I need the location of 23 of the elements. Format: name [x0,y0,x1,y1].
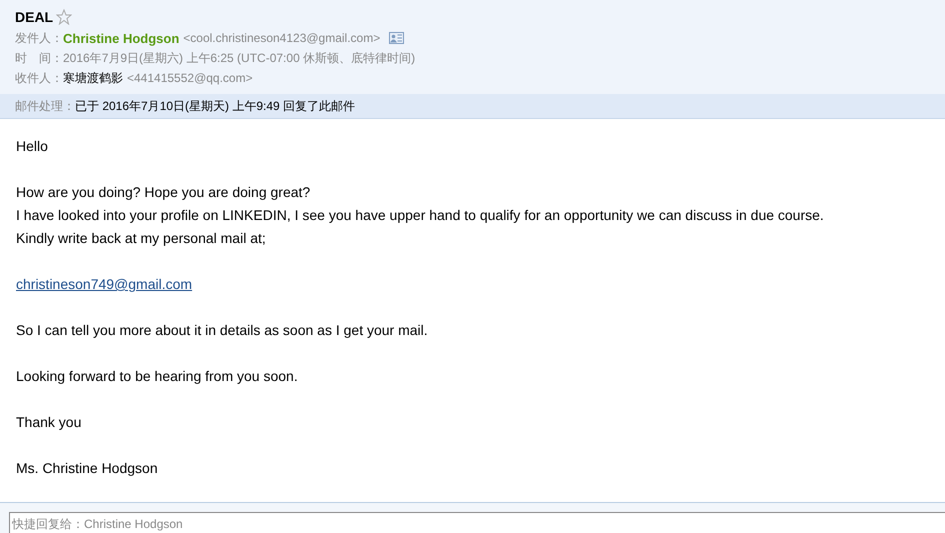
recipient-name: 寒塘渡鹤影 [63,70,123,86]
reply-status: 已于 2016年7月10日(星期天) 上午9:49 回复了此邮件 [75,98,356,114]
email-address: <cool.christineson4123@gmail.com> [183,31,380,45]
sent-time: 2016年7月9日(星期六) 上午6:25 (UTC-07:00 休斯顿、底特律时间) [63,50,416,66]
contact-card-icon[interactable] [389,32,404,44]
message-text: Thank you [16,413,82,432]
email-subject: DEAL [15,9,54,25]
quick-reply-field[interactable]: 快捷回复给：Christine Hodgson [9,512,945,533]
message-text: How are you doing? Hope you are doing great? [16,183,312,202]
sender-name: Christine Hodgson [63,30,180,46]
message-text: Hello [16,137,49,156]
email-link[interactable]: christineson749@gmail.com [16,273,192,296]
status-label: 邮件处理： [15,98,75,114]
message-text: Looking forward to be hearing from you soon. [16,367,299,386]
field-label: 发件人： [15,30,63,46]
star-icon[interactable] [56,9,72,25]
email-address: <441415552@qq.com> [127,71,253,85]
message-text: So I can tell you more about it in details as soon as I get your mail. [16,321,429,340]
message-text: I have looked into your profile on LINKEDIN, I see you have upper hand to qualify for an opportunity we can discuss in due course. [16,206,825,225]
message-text: Kindly write back at my personal mail at; [16,229,267,248]
field-label: 时 间： [15,50,63,66]
message-text: Ms. Christine Hodgson [16,459,159,478]
field-label: 收件人： [15,70,63,86]
